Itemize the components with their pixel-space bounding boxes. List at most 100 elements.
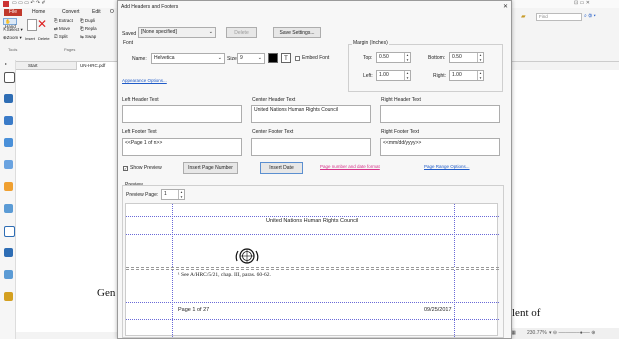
spinner-icon[interactable]: ▲ ▼ (404, 71, 410, 80)
status-bar: ▯ ▦ 230.77% ▾ ⊖ ──────●── ⊕ (505, 328, 619, 339)
preview-left-margin (172, 204, 173, 267)
delete-page-icon: ✕ (37, 17, 48, 31)
font-name-select[interactable]: Helvetica ⌄ (151, 53, 225, 64)
page-break (126, 267, 499, 270)
font-size-select[interactable]: 9 ⌄ (237, 53, 265, 64)
window-controls[interactable]: ⊡ ▭ ✕ (574, 1, 590, 6)
spinner-icon[interactable]: ▲ ▼ (477, 71, 483, 80)
spinner-icon[interactable]: ▲ ▼ (404, 53, 410, 62)
insert-page-number-button[interactable]: Insert Page Number (183, 162, 238, 174)
find-area: ▰ (521, 13, 535, 21)
top-margin-label: Top: (363, 55, 373, 61)
right-margin-input[interactable]: 1.00 ▲ ▼ (449, 70, 484, 81)
right-header-input[interactable] (380, 105, 500, 123)
tab-convert[interactable]: Convert (62, 9, 80, 15)
bottom-margin-input[interactable]: 0.50 ▲ ▼ (449, 52, 484, 63)
center-header-input[interactable]: United Nations Human Rights Council (251, 105, 371, 123)
tab-home[interactable]: Home (32, 9, 45, 15)
right-margin-value: 1.00 (452, 72, 462, 78)
fields-icon[interactable] (4, 270, 13, 279)
right-footer-input[interactable]: <<mm/dd/yyyy>> (380, 138, 500, 156)
preview-page-input[interactable]: 1 ▲ ▼ (161, 189, 185, 200)
zoom-tool[interactable]: ⊕Zoom ▾ (3, 35, 22, 41)
spinner-icon[interactable]: ▲ ▼ (178, 190, 184, 199)
tab-more[interactable]: O (110, 9, 114, 15)
tab-start[interactable]: Start (28, 63, 38, 69)
left-footer-input[interactable]: <<Page 1 of n>> (122, 138, 242, 156)
hand-tool[interactable]: ✋Hand (3, 18, 17, 29)
right-header-label: Right Header Text (381, 97, 421, 103)
close-icon[interactable]: ✕ (503, 4, 508, 10)
right-footer-label: Right Footer Text (381, 129, 419, 135)
preview-date: 09/25/2017 (424, 307, 452, 313)
page-range-options-link[interactable]: Page Range Options... (424, 164, 470, 169)
comments-icon[interactable] (4, 116, 13, 125)
saved-settings-select[interactable]: [None specified] ⌄ (138, 27, 216, 38)
document-tabs: Start UN-HRC.pdf (0, 62, 130, 70)
preview-page-value: 1 (164, 191, 167, 197)
tab-file[interactable]: File (4, 9, 22, 16)
left-header-input[interactable] (122, 105, 242, 123)
right-margin-label: Right: (433, 73, 447, 79)
extract-button[interactable]: ⎘ Extract (54, 18, 73, 24)
swap-button[interactable]: ⇋ Swap (80, 34, 97, 40)
left-sidebar: ▸ (0, 60, 16, 339)
zoom-level: 230.77% (527, 330, 547, 336)
font-color-swatch[interactable] (268, 53, 278, 63)
preview-header-text: United Nations Human Rights Council (266, 218, 359, 224)
font-size-value: 9 (240, 55, 243, 61)
collapse-arrow-icon[interactable]: ▸ (5, 62, 7, 66)
insert-button[interactable]: Insert (25, 37, 35, 41)
left-margin-input[interactable]: 1.00 ▲ ▼ (376, 70, 411, 81)
save-settings-button[interactable]: Save Settings... (273, 27, 321, 38)
preview-header-line (126, 234, 499, 235)
insert-date-button[interactable]: Insert Date (260, 162, 303, 174)
highlight-icon[interactable] (4, 292, 13, 301)
font-name-label: Name: (132, 56, 147, 62)
header-footer-dialog: Add Headers and Footers ✕ Saved Settings… (117, 0, 512, 339)
zoom-slider[interactable]: ▾ ⊖ ──────●── ⊕ (549, 331, 595, 336)
bottom-margin-value: 0.50 (452, 54, 462, 60)
bookmark-icon[interactable] (4, 72, 15, 83)
select-label: Select (6, 27, 20, 32)
saved-settings-value: [None specified] (141, 29, 177, 35)
find-input[interactable]: Find (536, 13, 582, 21)
form-icon[interactable] (4, 226, 15, 237)
stamp-icon[interactable] (4, 248, 13, 257)
page-number-format-link[interactable]: Page number and date format (320, 164, 380, 169)
delete-settings-button[interactable]: Delete (226, 27, 257, 38)
left-margin-value: 1.00 (379, 72, 389, 78)
preview-bottom-margin (126, 319, 499, 320)
search-icon[interactable]: ⌕ ⚙ ▾ (584, 14, 596, 19)
font-group-label: Font (123, 40, 134, 46)
split-button[interactable]: ⎚ Split (54, 34, 68, 40)
layers-icon[interactable] (4, 138, 13, 147)
duplicate-button[interactable]: ⎗ Dupli (80, 18, 95, 24)
appearance-options-link[interactable]: Appearance Options... (122, 78, 167, 83)
move-label: Move (59, 26, 71, 31)
swap-label: Swap (85, 34, 97, 39)
replace-label: Repla (84, 26, 97, 31)
tab-edit[interactable]: Edit (92, 9, 101, 15)
delete-button[interactable]: Delete (38, 37, 50, 41)
signature-icon[interactable] (4, 204, 13, 213)
replace-button[interactable]: ⎗ Repla (80, 26, 97, 32)
center-footer-input[interactable] (251, 138, 371, 156)
pages-icon[interactable] (4, 94, 13, 103)
preview-footer-line (126, 302, 499, 303)
lock-icon[interactable] (4, 182, 13, 191)
chevron-down-icon: ⌄ (208, 29, 213, 35)
preview-right-margin (454, 204, 455, 267)
top-margin-input[interactable]: 0.50 ▲ ▼ (376, 52, 411, 63)
attachment-icon[interactable] (4, 160, 13, 169)
spinner-icon[interactable]: ▲ ▼ (477, 53, 483, 62)
chevron-down-icon: ⌄ (217, 55, 222, 61)
underline-icon[interactable]: T (281, 53, 291, 63)
show-preview-checkbox[interactable]: ✓ (123, 166, 128, 171)
quick-access-icons: ▭ ▭ ▭ ↶ ↷ ✐ (12, 0, 46, 6)
preview-footnote: ¹ See A/HRC/5/21, chap. III, paras. 60-6… (178, 272, 271, 278)
move-button[interactable]: ⇄ Move (54, 26, 71, 32)
left-header-label: Left Header Text (122, 97, 159, 103)
embed-font-checkbox[interactable] (295, 56, 300, 61)
select-tool[interactable]: ⇱Select ▾ (3, 27, 23, 33)
